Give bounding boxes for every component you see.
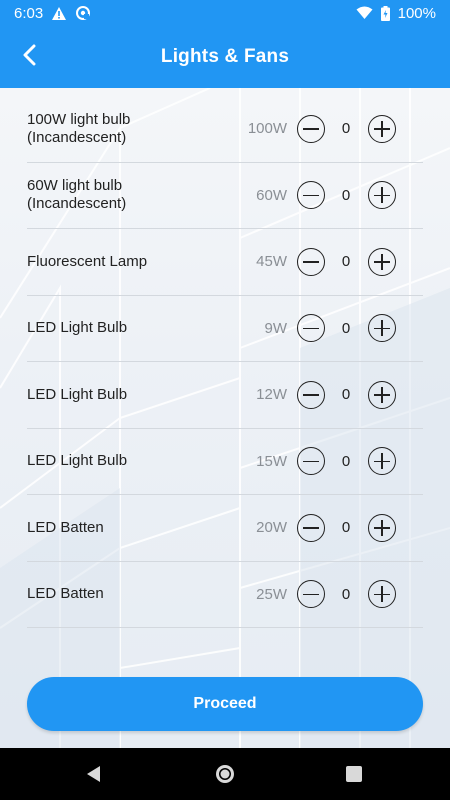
increment-button[interactable] — [368, 513, 396, 542]
decrement-button[interactable] — [297, 247, 325, 276]
item-quantity: 0 — [341, 186, 351, 204]
item-wattage: 12W — [256, 386, 287, 404]
item-label: LED Light Bulb — [27, 319, 128, 337]
increment-button[interactable] — [368, 114, 396, 143]
increment-button[interactable] — [368, 247, 396, 276]
item-label: LED Batten — [27, 585, 104, 603]
item-quantity: 0 — [341, 585, 351, 603]
recents-square-icon[interactable] — [342, 762, 366, 786]
wifi-icon — [356, 6, 373, 20]
list-item: LED Batten 25W 0 — [27, 562, 423, 628]
item-quantity: 0 — [341, 519, 351, 537]
list-item: LED Light Bulb 12W 0 — [27, 362, 423, 429]
item-label: Fluorescent Lamp — [27, 252, 148, 270]
item-quantity: 0 — [341, 253, 351, 271]
item-wattage: 45W — [256, 253, 287, 271]
decrement-button[interactable] — [297, 181, 325, 210]
page-title: Lights & Fans — [160, 46, 290, 67]
item-wattage: 60W — [256, 186, 287, 204]
decrement-button[interactable] — [297, 513, 325, 542]
warning-icon — [51, 6, 67, 21]
item-label: LED Light Bulb — [27, 452, 128, 470]
app-bar: Lights & Fans — [0, 26, 450, 88]
appliance-list: 100W light bulb (Incandescent) 100W 0 60… — [27, 96, 423, 628]
content-area: 100W light bulb (Incandescent) 100W 0 60… — [0, 88, 450, 748]
proceed-button[interactable]: Proceed — [27, 677, 423, 731]
status-time: 6:03 — [14, 4, 44, 22]
increment-button[interactable] — [368, 314, 396, 343]
item-label: LED Light Bulb — [27, 385, 128, 403]
increment-button[interactable] — [368, 447, 396, 476]
sync-icon — [75, 5, 91, 21]
item-wattage: 9W — [264, 319, 288, 337]
list-item: 60W light bulb (Incandescent) 60W 0 — [27, 163, 423, 229]
increment-button[interactable] — [368, 580, 396, 609]
navigation-bar — [0, 748, 450, 800]
item-wattage: 25W — [256, 585, 287, 603]
list-item: 100W light bulb (Incandescent) 100W 0 — [27, 96, 423, 163]
decrement-button[interactable] — [297, 314, 325, 343]
item-wattage: 15W — [256, 452, 287, 470]
decrement-button[interactable] — [297, 447, 325, 476]
item-quantity: 0 — [341, 319, 351, 337]
list-item: LED Light Bulb 15W 0 — [27, 429, 423, 495]
item-wattage: 20W — [256, 519, 287, 537]
list-item: LED Light Bulb 9W 0 — [27, 296, 423, 362]
battery-percent: 100% — [397, 4, 436, 22]
back-triangle-icon[interactable] — [82, 762, 106, 786]
item-label: LED Batten — [27, 518, 104, 536]
item-quantity: 0 — [341, 452, 351, 470]
list-item: LED Batten 20W 0 — [27, 495, 423, 562]
decrement-button[interactable] — [297, 380, 325, 409]
item-label: 60W light bulb (Incandescent) — [27, 177, 127, 213]
home-circle-icon[interactable] — [213, 762, 237, 786]
decrement-button[interactable] — [297, 580, 325, 609]
item-label: 100W light bulb (Incandescent) — [27, 110, 131, 146]
status-right: 100% — [356, 5, 436, 22]
increment-button[interactable] — [368, 181, 396, 210]
battery-icon — [380, 5, 390, 21]
item-quantity: 0 — [341, 120, 351, 138]
status-bar: 6:03 100% — [0, 0, 450, 26]
list-item: Fluorescent Lamp 45W 0 — [27, 229, 423, 296]
increment-button[interactable] — [368, 380, 396, 409]
status-left: 6:03 — [14, 5, 91, 22]
item-quantity: 0 — [341, 386, 351, 404]
decrement-button[interactable] — [297, 114, 325, 143]
item-wattage: 100W — [247, 120, 287, 138]
